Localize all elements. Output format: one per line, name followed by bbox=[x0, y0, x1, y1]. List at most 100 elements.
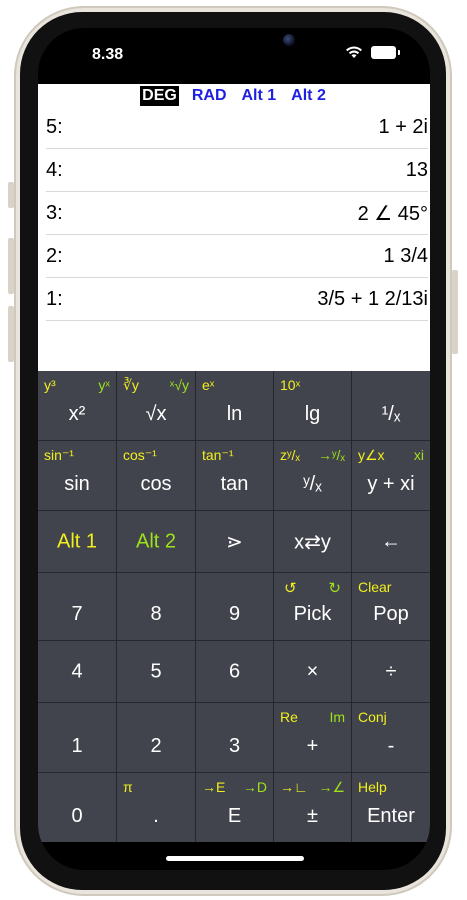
key-tan[interactable]: tan⁻¹ tan bbox=[196, 441, 274, 511]
stack-value: 3/5 + 1 2/13i bbox=[317, 287, 428, 310]
key-sub-asin: sin⁻¹ bbox=[44, 447, 74, 463]
key-label: ← bbox=[381, 530, 401, 552]
key-plus-minus[interactable]: →∟ →∠ ± bbox=[274, 773, 352, 842]
key-sub-to-rect: →∟ bbox=[280, 779, 308, 795]
wifi-icon bbox=[346, 46, 362, 58]
key-sub-im: Im bbox=[329, 709, 345, 725]
stack-label: 2: bbox=[46, 244, 63, 267]
key-exponent[interactable]: →E →D E bbox=[196, 773, 274, 842]
key-sub-re: Re bbox=[280, 709, 298, 725]
key-label: y + xi bbox=[367, 473, 415, 495]
key-9[interactable]: 9 bbox=[196, 573, 274, 641]
volume-down-button bbox=[8, 306, 14, 362]
key-decimal[interactable]: π . bbox=[117, 773, 196, 842]
key-6[interactable]: 6 bbox=[196, 641, 274, 703]
mode-alt1[interactable]: Alt 1 bbox=[240, 86, 279, 106]
key-5[interactable]: 5 bbox=[117, 641, 196, 703]
stack-value: 1 + 2i bbox=[378, 115, 428, 138]
stack-display: DEG RAD Alt 1 Alt 2 5: 1 + 2i 4: 13 3: 2… bbox=[38, 84, 430, 371]
key-sub-clear: Clear bbox=[358, 579, 392, 595]
key-7[interactable]: 7 bbox=[38, 573, 117, 641]
key-swap[interactable]: x⇄y bbox=[274, 511, 352, 573]
key-label: 2 bbox=[150, 735, 162, 757]
key-sub-pow10: 10ˣ bbox=[280, 377, 301, 393]
key-square[interactable]: y³ yˣ x² bbox=[38, 371, 117, 441]
keypad: y³ yˣ x² ∛y ˣ√y √x eˣ ln 10ˣ lg ¹/ₓ sin⁻… bbox=[38, 371, 430, 842]
key-sin[interactable]: sin⁻¹ sin bbox=[38, 441, 117, 511]
key-label: ± bbox=[307, 805, 318, 827]
key-sub-conj: Conj bbox=[358, 709, 387, 725]
key-3[interactable]: 3 bbox=[196, 703, 274, 773]
key-label: 9 bbox=[228, 603, 241, 625]
key-sub-help: Help bbox=[358, 779, 387, 795]
key-cos[interactable]: cos⁻¹ cos bbox=[117, 441, 196, 511]
key-enter[interactable]: Help Enter bbox=[352, 773, 430, 842]
key-label: × bbox=[306, 660, 319, 682]
key-lg[interactable]: 10ˣ lg bbox=[274, 371, 352, 441]
key-alt1[interactable]: Alt 1 bbox=[38, 511, 117, 573]
key-2[interactable]: 2 bbox=[117, 703, 196, 773]
key-multiply[interactable]: × bbox=[274, 641, 352, 703]
mode-deg[interactable]: DEG bbox=[140, 86, 179, 106]
key-label: 6 bbox=[228, 660, 241, 682]
key-sub-exp: eˣ bbox=[202, 377, 215, 393]
key-label: E bbox=[227, 805, 242, 827]
stack-row-4[interactable]: 4: 13 bbox=[46, 149, 428, 192]
key-sub-to-d: →D bbox=[242, 779, 267, 795]
key-8[interactable]: 8 bbox=[117, 573, 196, 641]
stack-row-3[interactable]: 3: 2 ∠ 45° bbox=[46, 192, 428, 235]
key-0[interactable]: 0 bbox=[38, 773, 117, 842]
key-sub-xi: xi bbox=[413, 447, 424, 463]
screen: 8.38 DEG RAD Alt 1 Alt 2 5: 1 + 2i 4: 13 bbox=[38, 28, 430, 870]
key-divide[interactable]: ÷ bbox=[352, 641, 430, 703]
key-label: Alt 2 bbox=[135, 530, 177, 552]
key-4[interactable]: 4 bbox=[38, 641, 117, 703]
stack-label: 4: bbox=[46, 158, 63, 181]
key-plus[interactable]: Re Im + bbox=[274, 703, 352, 773]
key-sub-atan: tan⁻¹ bbox=[202, 447, 234, 463]
key-pick[interactable]: ↺ ↻ Pick bbox=[274, 573, 352, 641]
key-ln[interactable]: eˣ ln bbox=[196, 371, 274, 441]
key-label: 4 bbox=[71, 660, 83, 682]
key-sub-to-fraction: →ʸ/ₓ bbox=[318, 447, 345, 463]
volume-up-button bbox=[8, 238, 14, 294]
mode-rad[interactable]: RAD bbox=[190, 86, 229, 106]
key-backspace[interactable]: ← bbox=[352, 511, 430, 573]
key-reciprocal[interactable]: ¹/ₓ bbox=[352, 371, 430, 441]
stack-row-5[interactable]: 5: 1 + 2i bbox=[46, 106, 428, 149]
key-sqrt[interactable]: ∛y ˣ√y √x bbox=[117, 371, 196, 441]
key-sub-xroot: ˣ√y bbox=[169, 377, 189, 393]
key-1[interactable]: 1 bbox=[38, 703, 117, 773]
key-label: ⋗ bbox=[226, 531, 243, 553]
home-indicator[interactable] bbox=[166, 856, 304, 861]
key-sub-power: yˣ bbox=[98, 377, 110, 393]
key-label: 0 bbox=[71, 805, 83, 827]
key-sub-acos: cos⁻¹ bbox=[123, 447, 157, 463]
rotate-right-icon: ↻ bbox=[328, 580, 341, 597]
mode-alt2[interactable]: Alt 2 bbox=[289, 86, 328, 106]
front-camera bbox=[283, 34, 295, 46]
key-angle[interactable]: ⋗ bbox=[196, 511, 274, 573]
key-complex[interactable]: y∠x xi y + xi bbox=[352, 441, 430, 511]
stack-row-1[interactable]: 1: 3/5 + 1 2/13i bbox=[46, 278, 428, 321]
key-pop[interactable]: Clear Pop bbox=[352, 573, 430, 641]
key-label: cos bbox=[140, 473, 172, 495]
key-minus[interactable]: Conj - bbox=[352, 703, 430, 773]
key-alt2[interactable]: Alt 2 bbox=[117, 511, 196, 573]
key-label: ln bbox=[226, 403, 243, 425]
key-label: Alt 1 bbox=[56, 530, 98, 552]
key-label: 3 bbox=[228, 735, 241, 757]
key-label: 1 bbox=[71, 735, 83, 757]
mute-switch bbox=[8, 182, 14, 208]
key-label: + bbox=[306, 735, 319, 757]
key-sub-pi: π bbox=[123, 779, 133, 795]
stack-row-2[interactable]: 2: 1 3/4 bbox=[46, 235, 428, 278]
key-label: 7 bbox=[71, 603, 83, 625]
key-sub-polar: y∠x bbox=[358, 447, 385, 463]
stack-value: 2 ∠ 45° bbox=[357, 202, 428, 225]
stack-value: 1 3/4 bbox=[383, 244, 428, 267]
stack-label: 3: bbox=[46, 201, 63, 224]
stack-label: 1: bbox=[46, 287, 63, 310]
key-label: tan bbox=[220, 473, 249, 495]
key-fraction[interactable]: zʸ/ₓ →ʸ/ₓ ʸ/ₓ bbox=[274, 441, 352, 511]
